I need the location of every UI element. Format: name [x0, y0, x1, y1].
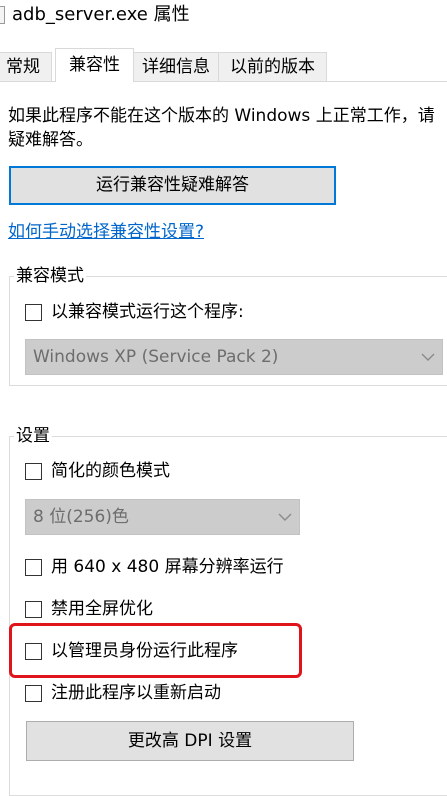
tab-general[interactable]: 常规: [0, 52, 52, 81]
run-as-admin-highlight: [9, 623, 302, 678]
chevron-down-icon: [278, 500, 292, 534]
tab-previous-versions[interactable]: 以前的版本: [218, 52, 327, 81]
res-640-label: 用 640 x 480 屏幕分辨率运行: [51, 557, 284, 577]
disable-fullscreen-opt-checkbox[interactable]: [25, 600, 42, 618]
compat-mode-checkbox[interactable]: [25, 303, 42, 321]
os-version-select[interactable]: Windows XP (Service Pack 2): [25, 339, 443, 375]
title-bar: adb_server.exe 属性: [0, 0, 447, 32]
register-restart-checkbox[interactable]: [25, 684, 42, 702]
compat-description: 如果此程序不能在这个版本的 Windows 上正常工作，请 疑难解答。: [8, 104, 447, 152]
compat-mode-checkbox-label: 以兼容模式运行这个程序:: [51, 302, 244, 322]
disable-fullscreen-opt-row[interactable]: 禁用全屏优化: [25, 597, 153, 621]
settings-group-label: 设置: [14, 425, 52, 447]
color-depth-select-value: 8 位(256)色: [33, 507, 129, 527]
tab-compatibility[interactable]: 兼容性: [55, 48, 134, 82]
window-title: adb_server.exe 属性: [12, 4, 190, 25]
reduced-color-checkbox[interactable]: [25, 462, 42, 480]
reduced-color-label: 简化的颜色模式: [51, 461, 170, 481]
compat-mode-group-label: 兼容模式: [14, 265, 86, 287]
register-restart-row[interactable]: 注册此程序以重新启动: [25, 681, 221, 705]
manual-compat-settings-link[interactable]: 如何手动选择兼容性设置?: [8, 220, 204, 244]
run-troubleshooter-button[interactable]: 运行兼容性疑难解答: [9, 166, 336, 205]
reduced-color-row[interactable]: 简化的颜色模式: [25, 459, 170, 483]
compat-mode-checkbox-row[interactable]: 以兼容模式运行这个程序:: [25, 300, 244, 324]
disable-fullscreen-opt-label: 禁用全屏优化: [51, 599, 153, 619]
color-depth-select[interactable]: 8 位(256)色: [25, 499, 300, 535]
tab-details[interactable]: 详细信息: [133, 52, 219, 81]
res-640-row[interactable]: 用 640 x 480 屏幕分辨率运行: [25, 555, 284, 579]
os-version-select-value: Windows XP (Service Pack 2): [33, 347, 279, 367]
change-dpi-settings-button[interactable]: 更改高 DPI 设置: [26, 721, 354, 761]
description-line-2: 疑难解答。: [8, 130, 93, 150]
app-icon: [0, 6, 5, 24]
register-restart-label: 注册此程序以重新启动: [51, 683, 221, 703]
res-640-checkbox[interactable]: [25, 558, 42, 576]
description-line-1: 如果此程序不能在这个版本的 Windows 上正常工作，请: [8, 106, 435, 126]
chevron-down-icon: [421, 340, 435, 374]
